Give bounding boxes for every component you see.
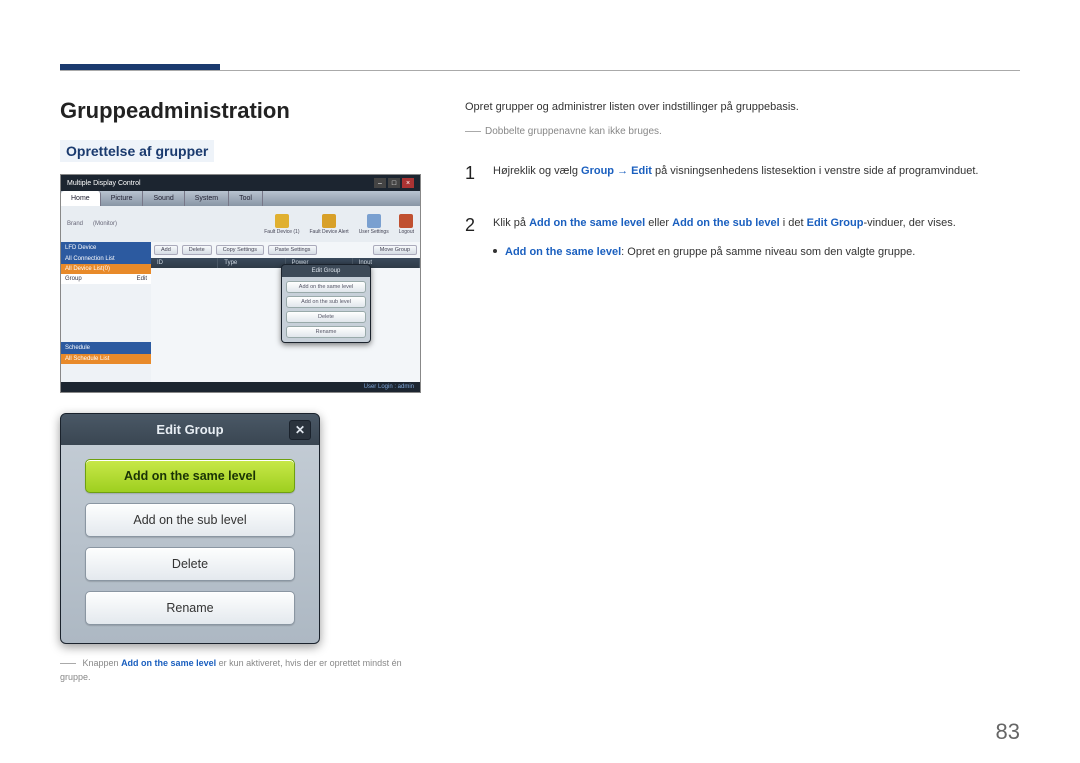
- kw-add-same: Add on the same level: [529, 217, 645, 229]
- warning-icon: [275, 214, 289, 228]
- bullet-icon: [493, 249, 497, 253]
- mdc-side-alldev: All Device List(0): [61, 264, 151, 274]
- maximize-icon: □: [388, 178, 400, 188]
- mdc-logout: Logout: [399, 214, 414, 235]
- mdc-sidebar: LFD Device All Connection List All Devic…: [61, 242, 151, 382]
- section-title: Oprettelse af grupper: [60, 140, 214, 162]
- mdc-btn-add: Add: [154, 245, 178, 255]
- mdc-side-allconn: All Connection List: [61, 254, 151, 264]
- mdc-popup-delete: Delete: [286, 311, 366, 323]
- close-icon: ×: [402, 178, 414, 188]
- header-accent-bar: [60, 64, 220, 70]
- mdc-fault-alert: Fault Device Alert: [310, 214, 349, 235]
- dialog-title: Edit Group: [156, 422, 223, 437]
- alert-icon: [322, 214, 336, 228]
- kw-edit: Edit: [631, 165, 652, 177]
- mdc-user-settings: User Settings: [359, 214, 389, 235]
- dialog-btn-rename: Rename: [85, 591, 295, 625]
- minimize-icon: –: [374, 178, 386, 188]
- step-2: 2 Klik på Add on the same level eller Ad…: [465, 210, 1020, 261]
- mdc-side-lfd: LFD Device: [61, 242, 151, 254]
- kw-edit-group: Edit Group: [807, 217, 864, 229]
- kw-group: Group: [581, 165, 614, 177]
- step-2-number: 2: [465, 210, 479, 261]
- bullet-kw: Add on the same level: [505, 246, 621, 258]
- mdc-tabs: Home Picture Sound System Tool: [61, 191, 420, 206]
- mdc-side-allsched: All Schedule List: [61, 354, 151, 364]
- step-2-body: Klik på Add on the same level eller Add …: [493, 210, 1020, 261]
- mdc-tab-sound: Sound: [143, 191, 184, 206]
- mdc-tab-tool: Tool: [229, 191, 263, 206]
- dialog-btn-delete: Delete: [85, 547, 295, 581]
- dialog-titlebar: Edit Group ✕: [61, 414, 319, 445]
- mdc-fault-device: Fault Device (1): [264, 214, 299, 235]
- mdc-toolbar-monitor: (Monitor): [93, 221, 117, 227]
- arrow-icon: →: [614, 165, 631, 177]
- mdc-window-titlebar: Multiple Display Control – □ ×: [61, 175, 420, 191]
- dialog-btn-add-sub-level: Add on the sub level: [85, 503, 295, 537]
- footnote: Knappen Add on the same level er kun akt…: [60, 656, 425, 685]
- mdc-btn-paste: Paste Settings: [268, 245, 317, 255]
- mdc-popup-rename: Rename: [286, 326, 366, 338]
- footnote-pre: Knappen: [83, 658, 122, 668]
- mdc-tab-home: Home: [61, 191, 101, 206]
- screenshot-edit-group-dialog: Edit Group ✕ Add on the same level Add o…: [60, 413, 320, 644]
- mdc-toolbar-brand: Brand: [67, 221, 83, 227]
- page-title: Gruppeadministration: [60, 98, 425, 124]
- step-2-bullet: Add on the same level: Opret en gruppe p…: [493, 243, 1020, 262]
- step-1: 1 Højreklik og vælg Group → Edit på visn…: [465, 158, 1020, 189]
- mdc-btn-copy: Copy Settings: [216, 245, 264, 255]
- mdc-window-title: Multiple Display Control: [67, 180, 141, 187]
- mdc-tab-picture: Picture: [101, 191, 144, 206]
- close-icon: ✕: [289, 420, 311, 440]
- user-icon: [367, 214, 381, 228]
- bullet-text: : Opret en gruppe på samme niveau som de…: [621, 246, 915, 258]
- mdc-edit-group-popup: Edit Group Add on the same level Add on …: [281, 264, 371, 343]
- mdc-side-schedule: Schedule: [61, 342, 151, 354]
- mdc-popup-add-same: Add on the same level: [286, 281, 366, 293]
- mdc-col-type: Type: [218, 258, 285, 268]
- mdc-tab-system: System: [185, 191, 229, 206]
- header-rule: [60, 70, 1020, 71]
- note-text: Dobbelte gruppenavne kan ikke bruges.: [485, 126, 662, 137]
- mdc-btn-delete: Delete: [182, 245, 212, 255]
- screenshot-mdc-app: Multiple Display Control – □ × Home Pict…: [60, 174, 421, 393]
- mdc-toolbar: Brand (Monitor) Fault Device (1) Fault D…: [61, 206, 420, 242]
- logout-icon: [399, 214, 413, 228]
- mdc-side-edit-label: Edit: [137, 276, 147, 282]
- mdc-popup-title: Edit Group: [282, 265, 370, 277]
- mdc-statusbar: User Login : admin: [61, 382, 420, 392]
- mdc-btn-move: Move Group: [373, 245, 417, 255]
- mdc-popup-add-sub: Add on the sub level: [286, 296, 366, 308]
- intro-text: Opret grupper og administrer listen over…: [465, 98, 1020, 117]
- step-1-body: Højreklik og vælg Group → Edit på visnin…: [493, 158, 1020, 189]
- kw-add-sub: Add on the sub level: [672, 217, 780, 229]
- step-1-number: 1: [465, 158, 479, 189]
- footnote-kw: Add on the same level: [121, 658, 216, 668]
- mdc-main: Add Delete Copy Settings Paste Settings …: [151, 242, 420, 382]
- mdc-side-group-label: Group: [65, 276, 82, 282]
- mdc-side-group-row: Group Edit: [61, 274, 151, 284]
- page-number: 83: [996, 719, 1020, 745]
- mdc-col-id: ID: [151, 258, 218, 268]
- dialog-btn-add-same-level: Add on the same level: [85, 459, 295, 493]
- note-line: Dobbelte gruppenavne kan ikke bruges.: [465, 123, 1020, 140]
